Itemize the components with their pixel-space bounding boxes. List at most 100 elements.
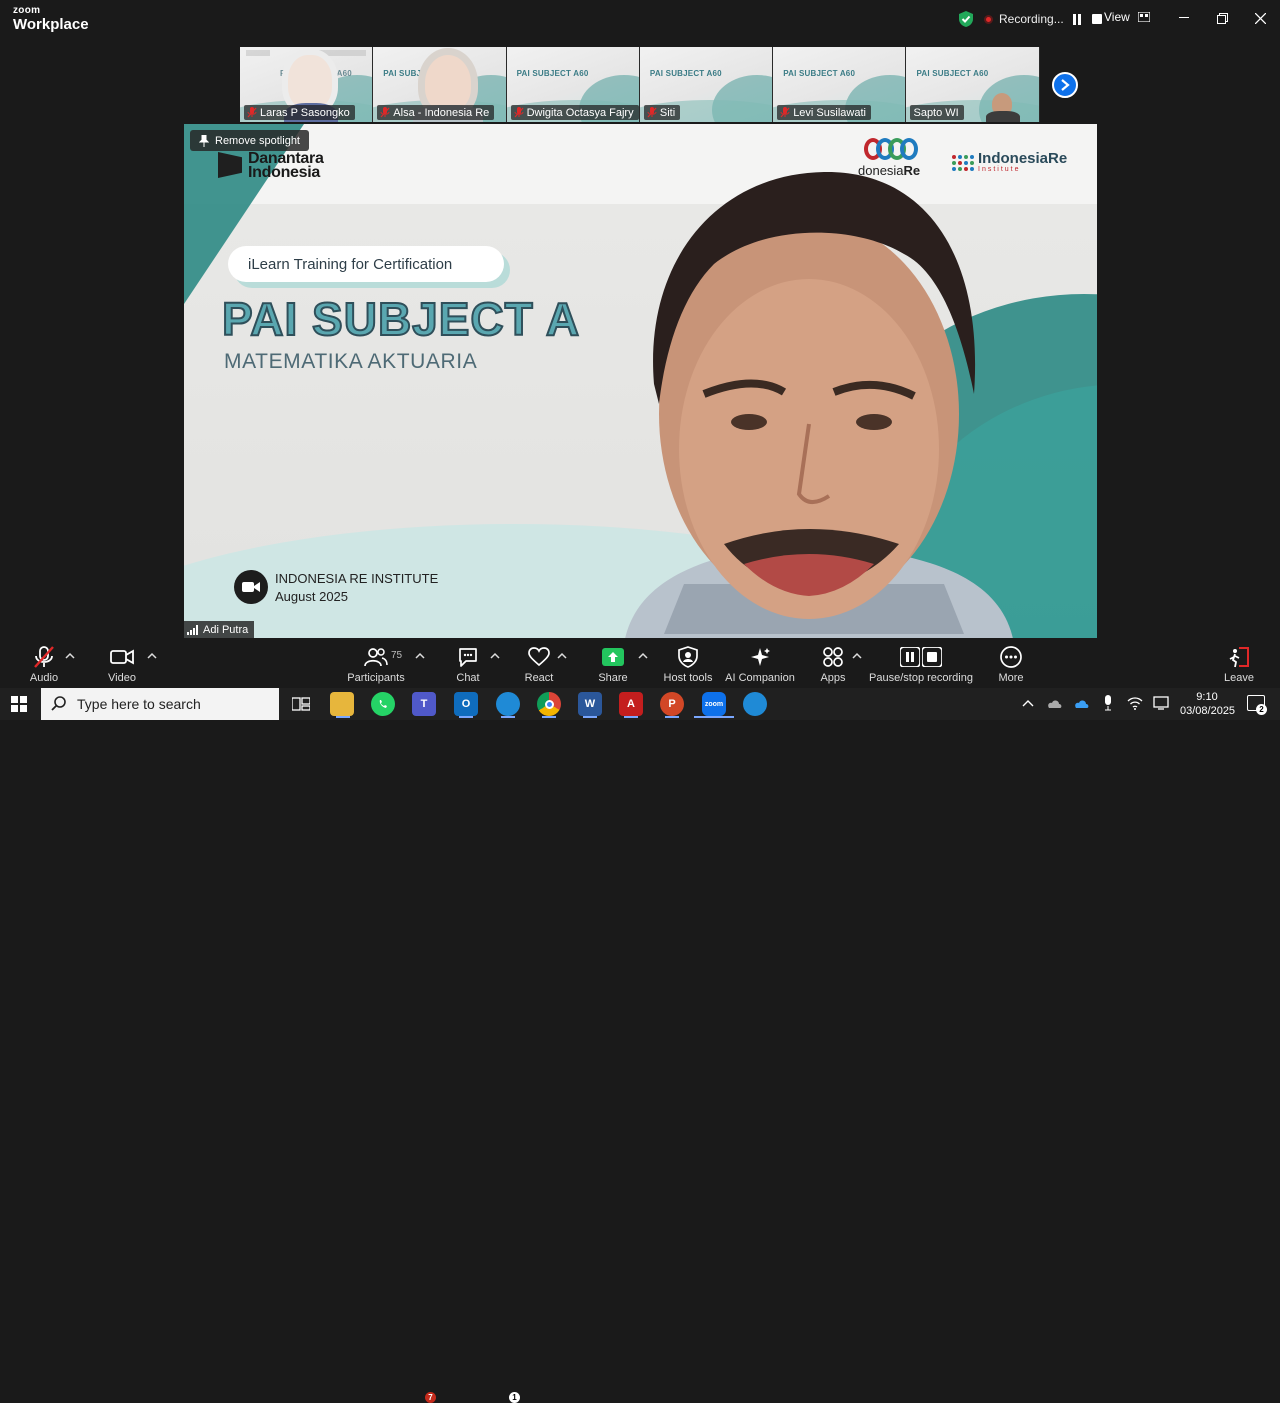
- danantara-line-2: Indonesia: [248, 164, 320, 181]
- more-button[interactable]: More: [971, 644, 1051, 684]
- share-options-chevron-up-icon[interactable]: [638, 652, 648, 660]
- view-label: View: [1104, 10, 1130, 24]
- host-tools-label: Host tools: [663, 672, 713, 684]
- taskbar-search-box[interactable]: Type here to search: [41, 688, 279, 720]
- close-icon: [1254, 12, 1266, 24]
- participant-video: [288, 55, 332, 109]
- video-options-chevron-up-icon[interactable]: [147, 652, 157, 660]
- react-button[interactable]: React: [499, 644, 579, 684]
- minimize-button[interactable]: [1173, 8, 1195, 28]
- restore-button[interactable]: [1211, 8, 1233, 28]
- display-icon[interactable]: [1153, 695, 1169, 711]
- participant-tile[interactable]: PAI SUBJECT A60 Sapto WI: [906, 47, 1040, 122]
- teams-icon[interactable]: T: [412, 692, 436, 716]
- chat-button[interactable]: Chat: [428, 644, 508, 684]
- participants-options-chevron-up-icon[interactable]: [415, 652, 425, 660]
- host-tools-button[interactable]: Host tools: [648, 644, 728, 684]
- restore-icon: [1216, 12, 1228, 24]
- stop-icon: [922, 647, 942, 667]
- encryption-shield-icon[interactable]: [958, 10, 974, 28]
- running-indicator: [583, 716, 597, 718]
- participant-tile[interactable]: PAI SUBJECT A60 Laras P Sasongko: [240, 47, 374, 122]
- recording-indicator: Recording...: [958, 9, 1104, 29]
- minimize-icon: [1179, 17, 1189, 18]
- notification-count: 2: [1256, 704, 1267, 715]
- audio-options-chevron-up-icon[interactable]: [65, 652, 75, 660]
- slide-subtitle: MATEMATIKA AKTUARIA: [224, 350, 478, 373]
- running-indicator: [459, 716, 473, 718]
- participant-name-tag: Sapto WI: [910, 105, 964, 120]
- participant-tile[interactable]: PAI SUBJECT A60 Dwigita Octasya Fajry: [506, 47, 640, 122]
- acrobat-icon[interactable]: A: [619, 692, 643, 716]
- windows-start-icon[interactable]: [11, 696, 27, 712]
- view-button[interactable]: View: [1104, 10, 1150, 24]
- title-bar: zoom Workplace Recording... View: [0, 0, 1280, 38]
- slide-institute: INDONESIA RE INSTITUTE: [275, 571, 439, 586]
- stop-recording-button[interactable]: [1090, 12, 1104, 26]
- running-indicator: [501, 716, 515, 718]
- gallery-next-button[interactable]: [1052, 72, 1078, 98]
- share-screen-icon: [602, 648, 624, 666]
- ai-companion-button[interactable]: AI Companion: [720, 644, 800, 684]
- search-icon: [51, 696, 66, 711]
- participant-name: Sapto WI: [913, 106, 959, 119]
- participant-video: [986, 111, 1021, 122]
- participant-tile[interactable]: PAI SUBJECT A60 Siti: [639, 47, 774, 122]
- participant-video: [425, 55, 472, 111]
- onedrive-icon[interactable]: [1073, 695, 1089, 711]
- video-button[interactable]: Video: [82, 644, 162, 684]
- show-hidden-icons-chevron-up-icon[interactable]: [1020, 695, 1036, 711]
- gallery-strip: PAI SUBJECT A60 Laras P Sasongko PAI SUB…: [240, 47, 1040, 122]
- tile-slide-title: PAI SUBJECT A60: [916, 69, 989, 78]
- share-button[interactable]: Share: [573, 644, 653, 684]
- tile-slide-title: PAI SUBJECT A60: [649, 69, 722, 78]
- tile-slide-title: PAI SUBJECT A60: [516, 69, 589, 78]
- tile-slide-title: PAI SUBJECT A60: [783, 69, 856, 78]
- mic-muted-icon: [780, 107, 790, 118]
- edge-icon[interactable]: [496, 692, 520, 716]
- participant-name: Alsa - Indonesia Re: [393, 106, 490, 119]
- apps-button[interactable]: Apps: [793, 644, 873, 684]
- mic-muted-icon: [380, 107, 390, 118]
- participant-tile[interactable]: PAI SUBJECT Alsa - Indonesia Re: [373, 47, 507, 122]
- slide-date: August 2025: [275, 589, 349, 604]
- participant-name: Siti: [659, 106, 676, 119]
- edge-icon[interactable]: [743, 692, 767, 716]
- apps-options-chevron-up-icon[interactable]: [852, 652, 862, 660]
- whatsapp-icon[interactable]: [371, 692, 395, 716]
- participant-tile[interactable]: PAI SUBJECT A60 Levi Susilawati: [773, 47, 907, 122]
- file-explorer-icon[interactable]: [330, 692, 354, 716]
- zoom-app-icon[interactable]: zoom: [702, 692, 726, 716]
- pause-stop-recording-button[interactable]: Pause/stop recording: [869, 644, 973, 684]
- danantara-logo: Danantara Indonesia: [218, 151, 324, 181]
- react-options-chevron-up-icon[interactable]: [557, 652, 567, 660]
- chat-icon: [459, 648, 477, 667]
- presenter-video: [625, 171, 1013, 638]
- onedrive-sync-icon[interactable]: [1046, 695, 1062, 711]
- close-button[interactable]: [1249, 8, 1271, 28]
- participants-count: 75: [391, 650, 403, 661]
- recording-label: Recording...: [999, 12, 1064, 26]
- audio-button[interactable]: Audio: [4, 644, 84, 684]
- mic-muted-icon: [247, 107, 257, 118]
- microphone-tray-icon[interactable]: [1100, 695, 1116, 711]
- wifi-icon[interactable]: [1127, 695, 1143, 711]
- powerpoint-icon[interactable]: P: [660, 692, 684, 716]
- leave-button[interactable]: Leave: [1199, 644, 1279, 684]
- system-clock[interactable]: 9:10 03/08/2025: [1180, 690, 1235, 718]
- leave-label: Leave: [1224, 672, 1254, 684]
- chrome-icon[interactable]: [537, 692, 561, 716]
- participant-name: Levi Susilawati: [793, 106, 866, 119]
- brand-bottom: Workplace: [13, 16, 89, 33]
- word-icon[interactable]: W: [578, 692, 602, 716]
- video-camera-icon: [110, 649, 134, 665]
- participants-button[interactable]: Participants: [336, 644, 416, 684]
- host-tools-shield-icon: [678, 646, 698, 668]
- remove-spotlight-button[interactable]: Remove spotlight: [190, 130, 309, 151]
- danantara-mark-icon: [218, 152, 242, 178]
- participant-name-tag: Alsa - Indonesia Re: [377, 105, 495, 120]
- outlook-icon[interactable]: O: [454, 692, 478, 716]
- pause-recording-button[interactable]: [1070, 12, 1084, 26]
- task-view-icon[interactable]: [289, 692, 313, 716]
- audio-label: Audio: [29, 672, 59, 684]
